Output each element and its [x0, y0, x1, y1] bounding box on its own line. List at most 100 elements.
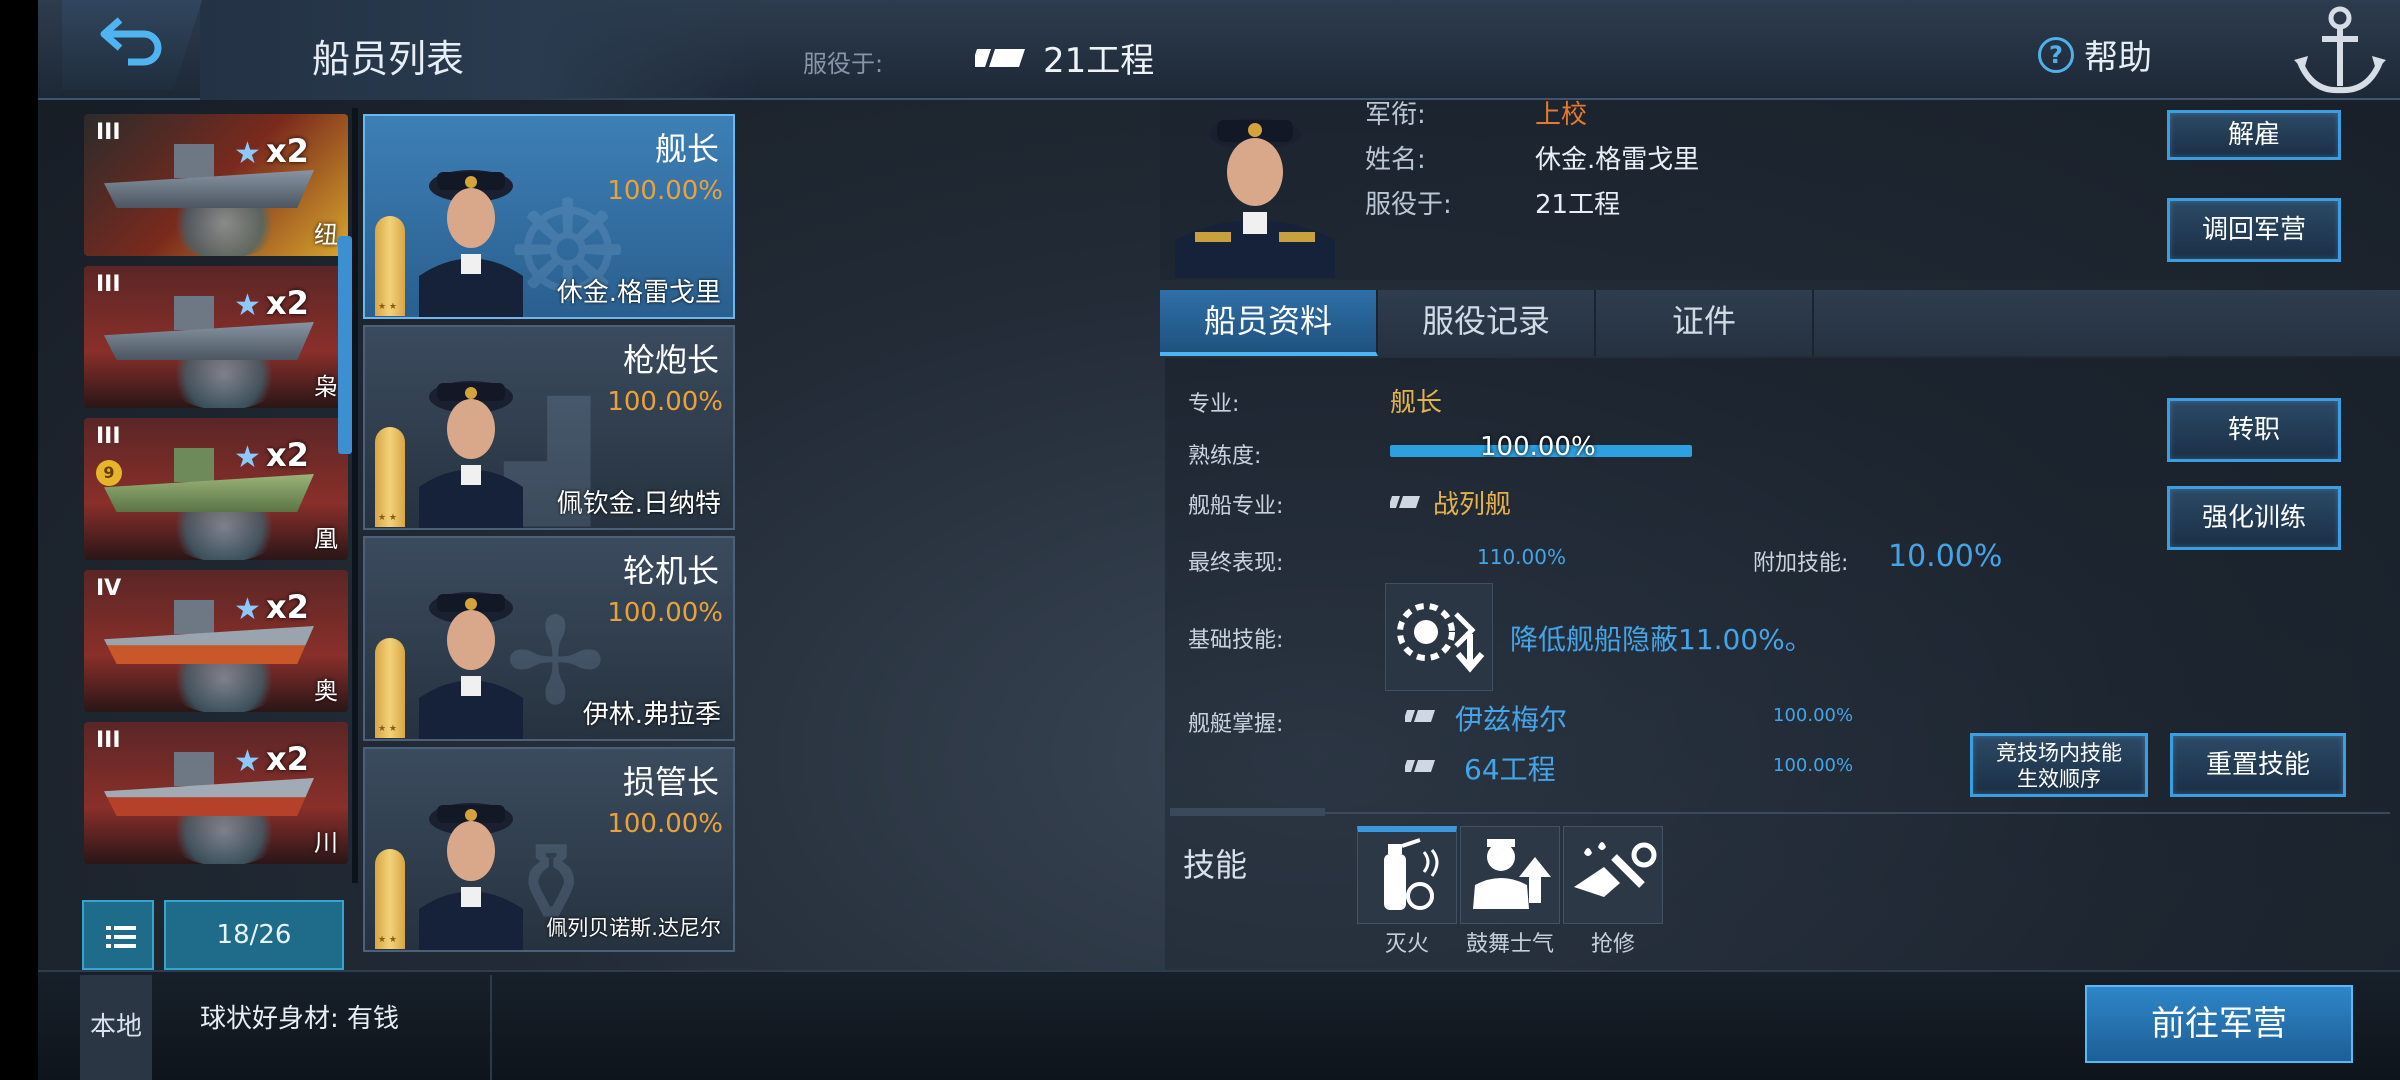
- crew-name: 休金.格雷戈里: [556, 278, 721, 308]
- ship-list-scroll-thumb[interactable]: [338, 236, 352, 454]
- serve-value: 21工程: [1043, 41, 1155, 81]
- ship-tier: IV: [96, 576, 122, 601]
- ship-multiplier: x2: [266, 132, 309, 170]
- mastery-ship-name: 伊兹梅尔: [1455, 703, 1568, 736]
- ship-card[interactable]: III ★ x2 川: [84, 722, 348, 864]
- crew-name: 佩钦金.日纳特: [556, 489, 721, 519]
- screen-edge: [0, 0, 38, 1080]
- skill-morale-boost[interactable]: [1460, 826, 1560, 924]
- recall-to-barracks-button[interactable]: 调回军营: [2167, 198, 2341, 262]
- ship-multiplier: x2: [266, 436, 309, 474]
- crew-name: 伊林.弗拉季: [582, 700, 721, 730]
- crew-name: 佩列贝诺斯.达尼尔: [546, 916, 721, 940]
- proficiency-label: 熟练度:: [1188, 444, 1262, 469]
- ship-level-badge: 9: [96, 460, 122, 486]
- skill-fire-fighting[interactable]: [1357, 826, 1457, 924]
- ship-name: 凰: [314, 525, 338, 553]
- extra-skill-label: 附加技能:: [1753, 551, 1849, 576]
- battleship-class-icon: [1405, 760, 1435, 772]
- ship-tier: III: [96, 424, 121, 449]
- crew-card-gunnery[interactable]: ▟ 枪炮长 100.00% 佩钦金.日纳特: [363, 325, 735, 530]
- dismiss-button[interactable]: 解雇: [2167, 110, 2341, 160]
- crew-proficiency: 100.00%: [607, 176, 723, 206]
- chat-divider: [490, 975, 492, 1080]
- ship-card[interactable]: III ★ x2 枭: [84, 266, 348, 408]
- ship-list-scrollbar[interactable]: [352, 108, 358, 883]
- enhanced-training-button[interactable]: 强化训练: [2167, 486, 2341, 550]
- arena-skill-order-line2: 生效顺序: [2017, 767, 2101, 791]
- crew-role: 枪炮长: [622, 341, 719, 379]
- rank-value: 上校: [1535, 100, 1588, 130]
- skill-label: 灭火: [1384, 932, 1429, 957]
- arena-skill-order-button[interactable]: 竞技场内技能 生效顺序: [1970, 733, 2148, 797]
- crew-role: 轮机长: [622, 552, 719, 590]
- battleship-class-icon: [975, 49, 1025, 67]
- star-icon: ★: [234, 288, 261, 323]
- officer-serve-value: 21工程: [1535, 190, 1621, 220]
- ship-tier: III: [96, 728, 121, 753]
- skill-emergency-repair[interactable]: [1563, 826, 1663, 924]
- name-value: 休金.格雷戈里: [1535, 145, 1700, 175]
- crew-card-captain[interactable]: ☸ 舰长 100.00% 休金.格雷戈里: [363, 114, 735, 319]
- help-icon: ?: [2038, 36, 2074, 73]
- ship-tower: [174, 448, 214, 482]
- detail-tabs: 船员资料 服役记录 证件: [1160, 290, 2400, 356]
- crew-portrait: [419, 803, 523, 950]
- star-icon: ★: [234, 136, 261, 171]
- crew-portrait: [419, 170, 523, 317]
- section-divider: [1170, 812, 2390, 814]
- crew-proficiency: 100.00%: [607, 809, 723, 839]
- transfer-button[interactable]: 转职: [2167, 398, 2341, 462]
- list-view-button[interactable]: [82, 900, 154, 970]
- anchor-icon: [2294, 6, 2386, 94]
- chat-message[interactable]: 球状好身材: 有钱: [200, 998, 399, 1035]
- help-label: 帮助: [2084, 38, 2152, 78]
- ship-card[interactable]: IV ★ x2 奥: [84, 570, 348, 712]
- star-icon: ★: [234, 592, 261, 627]
- ship-multiplier: x2: [266, 740, 309, 778]
- ship-tier: III: [96, 120, 121, 145]
- tab-crew-profile[interactable]: 船员资料: [1160, 290, 1378, 356]
- ship-name: 川: [314, 829, 338, 857]
- ship-multiplier: x2: [266, 284, 309, 322]
- reset-skills-button[interactable]: 重置技能: [2170, 733, 2346, 797]
- mastery-value: 100.00%: [1773, 755, 1854, 776]
- rank-insignia: [375, 849, 405, 949]
- crew-portrait: [419, 381, 523, 528]
- crew-card-engineer[interactable]: ✢ 轮机长 100.00% 伊林.弗拉季: [363, 536, 735, 741]
- specialty-value: 舰长: [1390, 388, 1443, 418]
- crew-proficiency: 100.00%: [607, 387, 723, 417]
- battleship-class-icon: [1390, 496, 1420, 508]
- ship-tower: [174, 600, 214, 634]
- ship-mastery-label: 舰艇掌握:: [1188, 712, 1284, 737]
- ship-tower: [174, 752, 214, 786]
- tab-certificates[interactable]: 证件: [1596, 290, 1814, 356]
- help-button[interactable]: ? 帮助: [2038, 30, 2152, 79]
- ship-card[interactable]: III 9 ★ x2 凰: [84, 418, 348, 560]
- arena-skill-order-line1: 竞技场内技能: [1996, 741, 2122, 765]
- chat-channel-button[interactable]: 本地: [80, 975, 152, 1080]
- ship-multiplier: x2: [266, 588, 309, 626]
- star-icon: ★: [234, 440, 261, 475]
- skill-label: 抢修: [1590, 932, 1635, 957]
- ship-count: 18/26: [164, 900, 344, 970]
- base-skill-label: 基础技能:: [1188, 628, 1284, 653]
- go-to-barracks-button[interactable]: 前往军营: [2085, 985, 2353, 1063]
- crew-role: 舰长: [654, 130, 719, 168]
- base-skill-icon-box[interactable]: [1385, 583, 1493, 691]
- morale-icon: [1473, 839, 1551, 909]
- star-icon: ★: [234, 744, 261, 779]
- skills-title: 技能: [1183, 846, 1248, 884]
- ship-list: III ★ x2 纽 III ★ x2 枭 III 9 ★ x2 凰 IV ★ …: [80, 108, 350, 883]
- tab-service-record[interactable]: 服役记录: [1378, 290, 1596, 356]
- game-screen: 船员列表 服役于: 21工程 ? 帮助 III ★ x2 纽 III ★ x2 …: [0, 0, 2400, 1080]
- repair-icon: [1574, 842, 1657, 897]
- final-performance-value: 110.00%: [1477, 545, 1566, 569]
- rank-insignia: [375, 216, 405, 316]
- ship-card[interactable]: III ★ x2 纽: [84, 114, 348, 256]
- ship-name: 奥: [314, 677, 338, 705]
- fire-extinguisher-icon: [1384, 838, 1439, 910]
- crew-card-damage-control[interactable]: ⚱ 损管长 100.00% 佩列贝诺斯.达尼尔: [363, 747, 735, 952]
- base-skill-text: 降低舰船隐蔽11.00%。: [1510, 623, 1813, 656]
- crew-proficiency: 100.00%: [607, 598, 723, 628]
